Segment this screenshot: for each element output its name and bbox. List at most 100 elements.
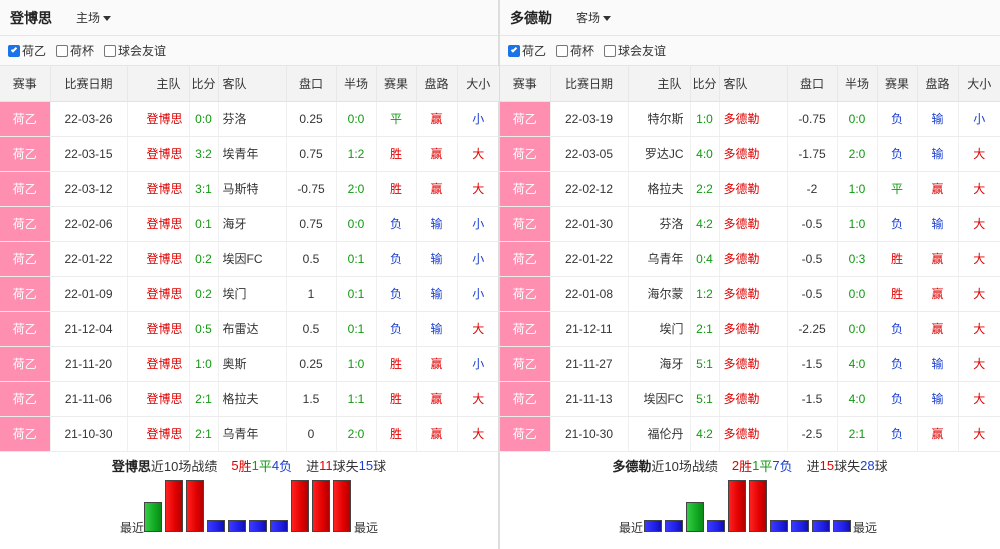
table-row[interactable]: 荷乙 22-03-12 登博思 3:1 马斯特 -0.75 2:0 胜赢大	[0, 171, 499, 207]
match-away-team[interactable]: 格拉夫	[217, 381, 286, 417]
match-league[interactable]: 荷乙	[0, 241, 50, 277]
match-away-team[interactable]: 多德勒	[718, 241, 787, 277]
match-home-team[interactable]: 海牙	[627, 346, 690, 382]
match-home-team[interactable]: 特尔斯	[627, 101, 690, 137]
match-away-team[interactable]: 埃青年	[217, 136, 286, 172]
match-league[interactable]: 荷乙	[500, 171, 550, 207]
match-home-team[interactable]: 海尔蒙	[627, 276, 690, 312]
table-row[interactable]: 荷乙 21-11-27 海牙 5:1 多德勒 -1.5 4:0 负输大	[500, 346, 1000, 382]
match-away-team[interactable]: 海牙	[217, 206, 286, 242]
table-row[interactable]: 荷乙 21-12-11 埃门 2:1 多德勒 -2.25 0:0 负赢大	[500, 311, 1000, 347]
table-row[interactable]: 荷乙 21-10-30 福伦丹 4:2 多德勒 -2.5 2:1 负赢大	[500, 416, 1000, 452]
match-away-team[interactable]: 芬洛	[217, 101, 286, 137]
table-row[interactable]: 荷乙 22-01-08 海尔蒙 1:2 多德勒 -0.5 0:0 胜赢大	[500, 276, 1000, 312]
checkbox-checked-icon[interactable]	[8, 44, 20, 57]
match-league[interactable]: 荷乙	[500, 206, 550, 242]
table-row[interactable]: 荷乙 22-01-09 登博思 0:2 埃门 1 0:1 负输小	[0, 276, 499, 312]
checkbox-icon[interactable]	[104, 44, 117, 57]
match-league[interactable]: 荷乙	[0, 346, 50, 382]
table-row[interactable]: 荷乙 22-03-05 罗达JC 4:0 多德勒 -1.75 2:0 负输大	[500, 136, 1000, 172]
table-row[interactable]: 荷乙 21-11-06 登博思 2:1 格拉夫 1.5 1:1 胜赢大	[0, 381, 499, 417]
match-home-team[interactable]: 格拉夫	[627, 171, 690, 207]
match-league[interactable]: 荷乙	[0, 101, 50, 137]
match-home-team[interactable]: 登博思	[126, 346, 189, 382]
checkbox-icon[interactable]	[604, 44, 617, 57]
match-away-team[interactable]: 多德勒	[718, 136, 787, 172]
away-filter-3[interactable]: 球会友谊	[604, 42, 666, 59]
match-league[interactable]: 荷乙	[500, 416, 550, 452]
home-filter-2[interactable]: 荷杯	[56, 42, 94, 59]
away-filter-2[interactable]: 荷杯	[556, 42, 594, 59]
home-filter-3[interactable]: 球会友谊	[104, 42, 166, 59]
match-league[interactable]: 荷乙	[500, 311, 550, 347]
match-handicap: -1.75	[786, 136, 837, 172]
away-match-table: 赛事 比赛日期 主队 比分 客队 盘口 半场 赛果 盘路 大小 荷乙 22-03-…	[500, 66, 1000, 452]
match-home-team[interactable]: 登博思	[126, 206, 189, 242]
match-league[interactable]: 荷乙	[500, 101, 550, 137]
match-home-team[interactable]: 登博思	[126, 416, 189, 452]
match-league[interactable]: 荷乙	[0, 381, 50, 417]
checkbox-checked-icon[interactable]	[508, 44, 520, 57]
match-halftime: 0:0	[335, 101, 376, 137]
match-home-team[interactable]: 登博思	[126, 276, 189, 312]
table-row[interactable]: 荷乙 22-03-19 特尔斯 1:0 多德勒 -0.75 0:0 负输小	[500, 101, 1000, 137]
match-league[interactable]: 荷乙	[500, 276, 550, 312]
table-row[interactable]: 荷乙 22-01-22 登博思 0:2 埃因FC 0.5 0:1 负输小	[0, 241, 499, 277]
home-filter-1[interactable]: 荷乙	[8, 42, 46, 59]
match-away-team[interactable]: 多德勒	[718, 346, 787, 382]
checkbox-icon[interactable]	[556, 44, 569, 57]
match-home-team[interactable]: 登博思	[126, 101, 189, 137]
match-league[interactable]: 荷乙	[0, 206, 50, 242]
table-row[interactable]: 荷乙 22-02-06 登博思 0:1 海牙 0.75 0:0 负输小	[0, 206, 499, 242]
table-row[interactable]: 荷乙 21-12-04 登博思 0:5 布雷达 0.5 0:1 负输大	[0, 311, 499, 347]
match-away-team[interactable]: 多德勒	[718, 171, 787, 207]
table-row[interactable]: 荷乙 21-11-20 登博思 1:0 奥斯 0.25 1:0 胜赢小	[0, 346, 499, 382]
match-home-team[interactable]: 芬洛	[627, 206, 690, 242]
match-home-team[interactable]: 登博思	[126, 136, 189, 172]
away-venue-select[interactable]: 客场	[576, 9, 612, 26]
match-away-team[interactable]: 多德勒	[718, 101, 787, 137]
table-row[interactable]: 荷乙 22-03-26 登博思 0:0 芬洛 0.25 0:0 平赢小	[0, 101, 499, 137]
match-away-team[interactable]: 多德勒	[718, 416, 787, 452]
match-home-team[interactable]: 埃门	[627, 311, 690, 347]
checkbox-icon[interactable]	[56, 44, 69, 57]
match-home-team[interactable]: 登博思	[126, 381, 189, 417]
match-league[interactable]: 荷乙	[0, 136, 50, 172]
match-away-team[interactable]: 埃门	[217, 276, 286, 312]
match-away-team[interactable]: 布雷达	[217, 311, 286, 347]
match-league[interactable]: 荷乙	[0, 171, 50, 207]
match-away-team[interactable]: 多德勒	[718, 276, 787, 312]
match-away-team[interactable]: 多德勒	[718, 311, 787, 347]
match-away-team[interactable]: 乌青年	[217, 416, 286, 452]
match-home-team[interactable]: 登博思	[126, 171, 189, 207]
match-league[interactable]: 荷乙	[0, 416, 50, 452]
home-venue-select[interactable]: 主场	[76, 9, 112, 26]
match-league[interactable]: 荷乙	[500, 136, 550, 172]
table-row[interactable]: 荷乙 21-11-13 埃因FC 5:1 多德勒 -1.5 4:0 负输大	[500, 381, 1000, 417]
match-league[interactable]: 荷乙	[0, 276, 50, 312]
match-home-team[interactable]: 登博思	[126, 241, 189, 277]
match-league[interactable]: 荷乙	[500, 241, 550, 277]
match-league[interactable]: 荷乙	[0, 311, 50, 347]
match-home-team[interactable]: 乌青年	[627, 241, 690, 277]
col-home: 主队	[126, 66, 189, 102]
match-away-team[interactable]: 埃因FC	[217, 241, 286, 277]
match-away-team[interactable]: 马斯特	[217, 171, 286, 207]
away-filter-1[interactable]: 荷乙	[508, 42, 546, 59]
table-row[interactable]: 荷乙 22-03-15 登博思 3:2 埃青年 0.75 1:2 胜赢大	[0, 136, 499, 172]
match-away-team[interactable]: 多德勒	[718, 206, 787, 242]
form-bar-L	[644, 519, 662, 532]
match-result: 负	[876, 311, 917, 347]
table-row[interactable]: 荷乙 22-02-12 格拉夫 2:2 多德勒 -2 1:0 平赢大	[500, 171, 1000, 207]
match-away-team[interactable]: 奥斯	[217, 346, 286, 382]
match-home-team[interactable]: 罗达JC	[627, 136, 690, 172]
match-home-team[interactable]: 登博思	[126, 311, 189, 347]
table-row[interactable]: 荷乙 22-01-22 乌青年 0:4 多德勒 -0.5 0:3 胜赢大	[500, 241, 1000, 277]
match-league[interactable]: 荷乙	[500, 346, 550, 382]
match-away-team[interactable]: 多德勒	[718, 381, 787, 417]
match-home-team[interactable]: 埃因FC	[627, 381, 690, 417]
table-row[interactable]: 荷乙 21-10-30 登博思 2:1 乌青年 0 2:0 胜赢大	[0, 416, 499, 452]
match-league[interactable]: 荷乙	[500, 381, 550, 417]
match-home-team[interactable]: 福伦丹	[627, 416, 690, 452]
table-row[interactable]: 荷乙 22-01-30 芬洛 4:2 多德勒 -0.5 1:0 负输大	[500, 206, 1000, 242]
